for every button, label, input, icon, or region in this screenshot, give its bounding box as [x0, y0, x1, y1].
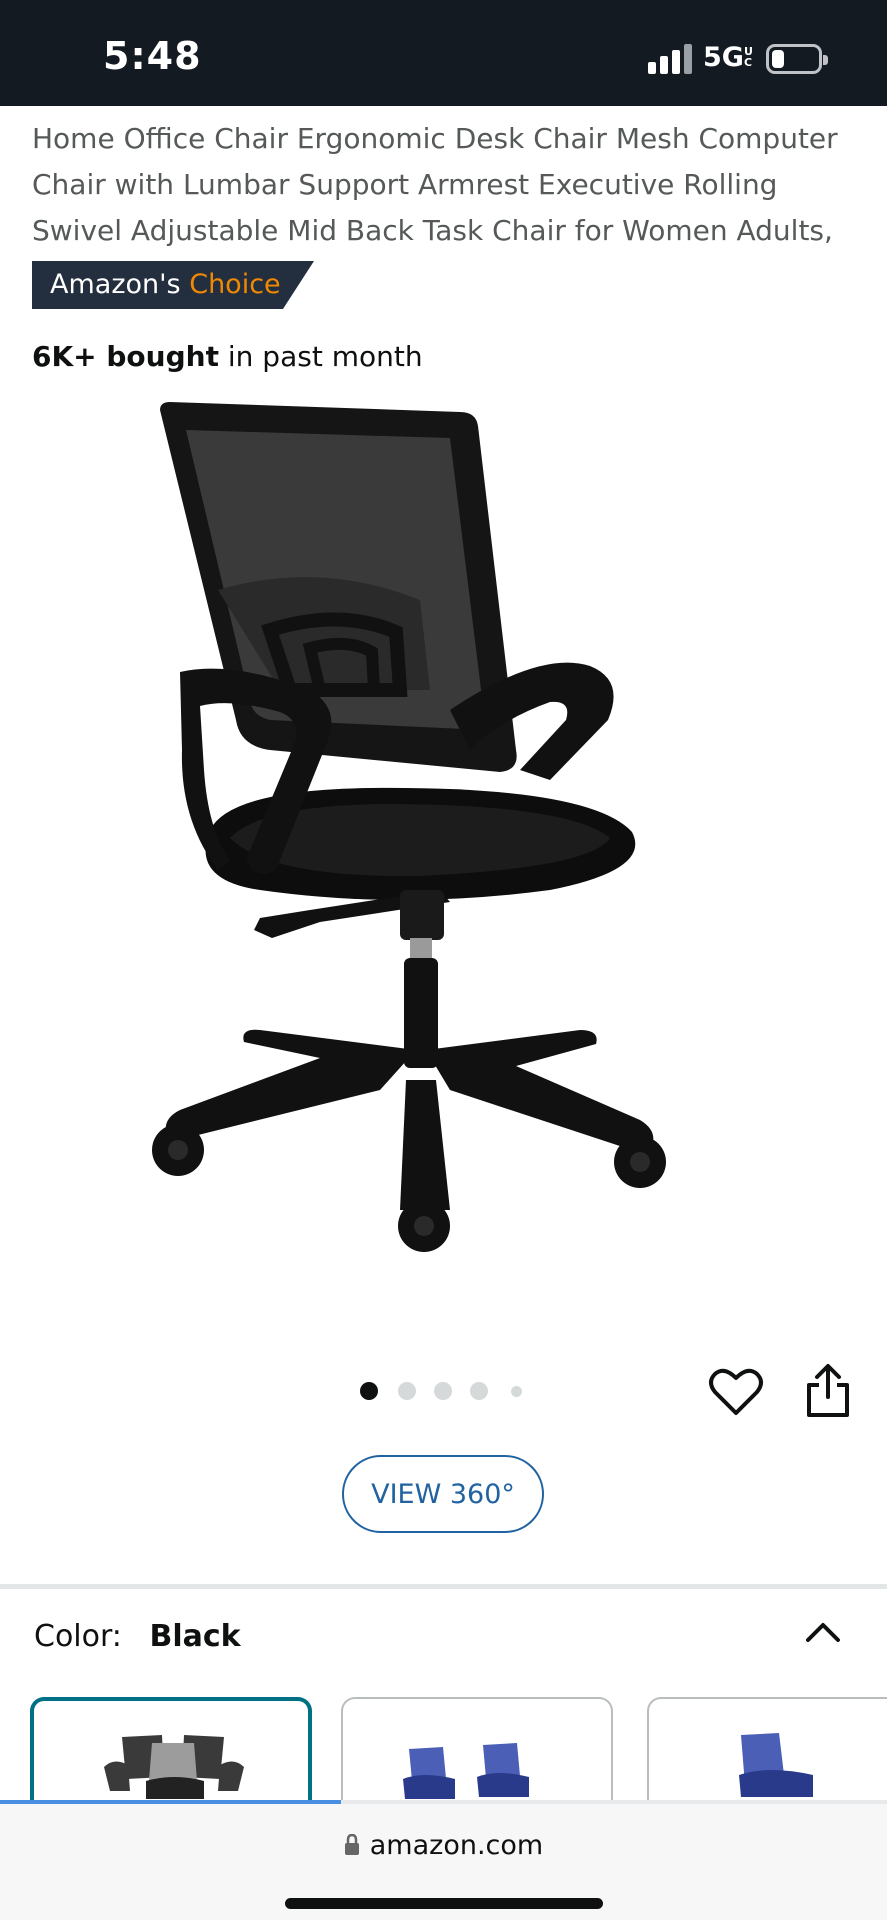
blue-chair-thumbnail [403, 1743, 529, 1799]
status-time: 5:48 [103, 34, 202, 78]
color-swatch-blue-single[interactable] [647, 1697, 887, 1807]
carousel-dot[interactable] [360, 1382, 378, 1400]
lock-icon [344, 1834, 359, 1855]
section-divider [0, 1584, 887, 1589]
selected-color-value: Black [149, 1619, 241, 1654]
color-selector-header: Color: Black [34, 1619, 241, 1654]
color-swatch-black[interactable] [30, 1697, 312, 1807]
carousel-dot[interactable] [470, 1382, 488, 1400]
share-icon [807, 1364, 849, 1417]
bought-in-past-month: 6K+ bought in past month [32, 340, 423, 373]
color-label: Color: [34, 1619, 122, 1654]
black-chair-thumbnail [104, 1735, 244, 1799]
badge-accent: Choice [189, 269, 281, 300]
home-indicator[interactable] [285, 1898, 603, 1909]
blue-chair-thumbnail [739, 1733, 813, 1797]
view-360-button[interactable]: VIEW 360° [342, 1455, 544, 1533]
url-text: amazon.com [369, 1830, 544, 1861]
badge-prefix: Amazon's [50, 269, 181, 300]
carousel-dot[interactable] [511, 1386, 522, 1397]
product-image[interactable] [120, 390, 760, 1310]
network-sub-label: UC [743, 45, 753, 69]
signal-icon [648, 44, 692, 74]
bought-suffix: in past month [227, 340, 423, 373]
color-swatch-blue[interactable] [341, 1697, 613, 1807]
chevron-up-icon [806, 1623, 840, 1642]
collapse-color-button[interactable] [800, 1612, 846, 1652]
bought-count: 6K+ bought [32, 340, 219, 373]
carousel-dot[interactable] [434, 1382, 452, 1400]
share-button[interactable] [803, 1363, 853, 1419]
amazons-choice-badge[interactable]: Amazon's Choice [32, 261, 314, 309]
battery-icon [766, 44, 828, 74]
network-label: 5GUC [703, 42, 756, 73]
save-to-list-button[interactable] [708, 1365, 764, 1417]
browser-url-bar[interactable]: amazon.com [0, 1804, 887, 1920]
status-bar: 5:48 5GUC [0, 0, 887, 106]
carousel-dot[interactable] [398, 1382, 416, 1400]
heart-icon [709, 1368, 763, 1415]
